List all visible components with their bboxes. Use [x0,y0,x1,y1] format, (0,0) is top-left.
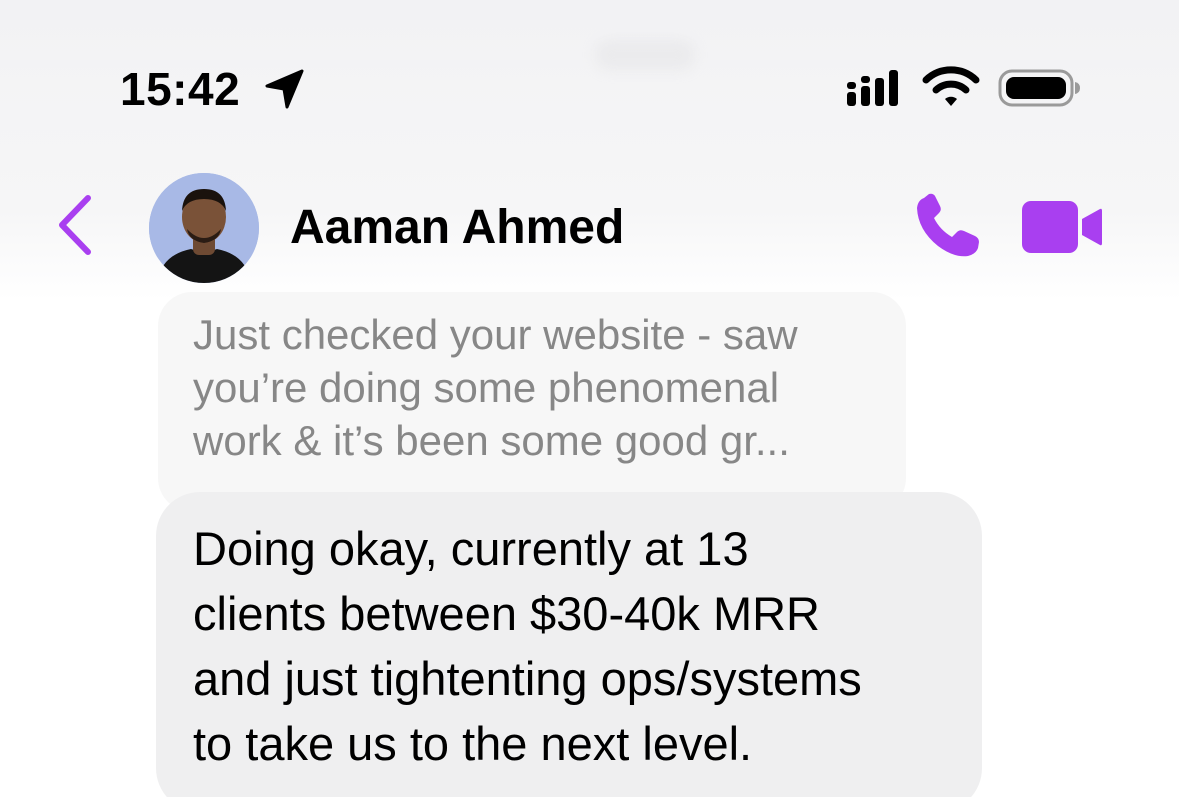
message-bubble[interactable]: Doing okay, currently at 13 clients betw… [156,492,982,797]
dynamic-island [595,40,695,70]
location-arrow-icon [265,69,304,109]
signal-icon [847,70,898,106]
message-line: and just tightenting ops/systems [193,652,862,705]
message-text: Doing okay, currently at 13 clients betw… [193,516,962,776]
reply-preview-text: Just checked your website - saw you’re d… [193,308,872,467]
back-button[interactable] [52,190,102,260]
wifi-icon [922,66,980,106]
message-line: Doing okay, currently at 13 [193,522,749,575]
reply-preview[interactable]: Just checked your website - saw you’re d… [158,292,906,512]
reply-preview-line: work & it’s been some good gr... [193,417,790,464]
message-line: to take us to the next level. [193,717,753,770]
avatar[interactable] [149,173,259,283]
battery-icon [998,69,1080,107]
chat-screen: 15:42 Aaman Ahmed Just checked your webs… [0,0,1179,797]
reply-preview-line: you’re doing some phenomenal [193,364,780,411]
video-camera-icon[interactable] [1020,198,1104,256]
reply-preview-line: Just checked your website - saw [193,311,798,358]
message-line: clients between $30-40k MRR [193,587,820,640]
status-time: 15:42 [120,63,241,115]
avatar-portrait-icon [149,173,259,283]
contact-name[interactable]: Aaman Ahmed [290,200,624,255]
phone-call-icon[interactable] [910,192,984,262]
